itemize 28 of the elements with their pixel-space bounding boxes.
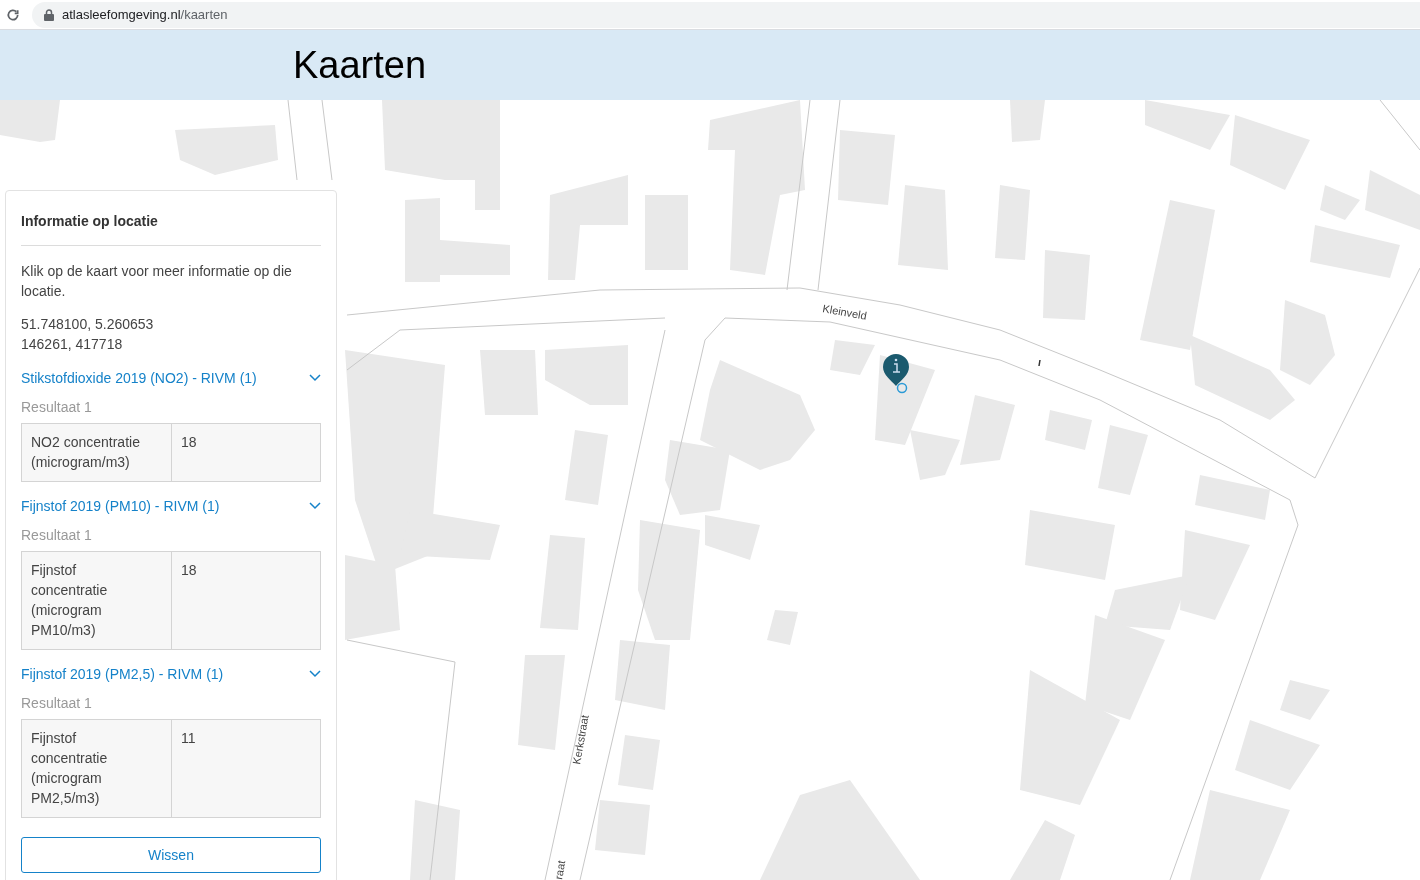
table-cell: 18 xyxy=(171,423,321,482)
section-header[interactable]: Stikstofdioxide 2019 (NO2) - RIVM (1) xyxy=(21,368,321,388)
clear-button[interactable]: Wissen xyxy=(21,837,321,873)
result-label: Resultaat 1 xyxy=(21,694,93,713)
street-label: Kleinveld xyxy=(821,302,868,322)
table-cell: Fijnstof concentratie (microgram PM2,5/m3) xyxy=(21,719,172,818)
page-title: Kaarten xyxy=(293,42,427,88)
result-label: Resultaat 1 xyxy=(21,398,93,417)
section-header[interactable]: Fijnstof 2019 (PM10) - RIVM (1) xyxy=(21,496,321,516)
chevron-down-icon xyxy=(309,670,321,678)
chevron-down-icon xyxy=(309,502,321,510)
section-header[interactable]: Fijnstof 2019 (PM2,5) - RIVM (1) xyxy=(21,664,321,684)
reload-icon[interactable] xyxy=(6,7,20,22)
lock-icon xyxy=(44,8,54,21)
table-cell: NO2 concentratie (microgram/m3) xyxy=(21,423,172,482)
url-text: atlasleefomgeving.nl/kaarten xyxy=(62,5,228,24)
table-cell: 11 xyxy=(171,719,321,818)
url-field[interactable]: atlasleefomgeving.nl/kaarten xyxy=(32,1,1420,28)
panel-title: Informatie op locatie xyxy=(21,191,321,246)
chevron-down-icon xyxy=(309,374,321,382)
coordinates-text: 51.748100, 5.260653 xyxy=(21,315,155,334)
coordinates-text: 146261, 417718 xyxy=(21,335,124,354)
table-cell: 18 xyxy=(171,551,321,650)
intro-text: Klik op de kaart voor meer informatie op die locatie. xyxy=(21,262,293,301)
street-label: raat xyxy=(552,859,568,880)
street-label: Kerkstraat xyxy=(570,713,591,766)
table-cell: Fijnstof concentratie (microgram PM10/m3) xyxy=(21,551,172,650)
result-label: Resultaat 1 xyxy=(21,526,93,545)
